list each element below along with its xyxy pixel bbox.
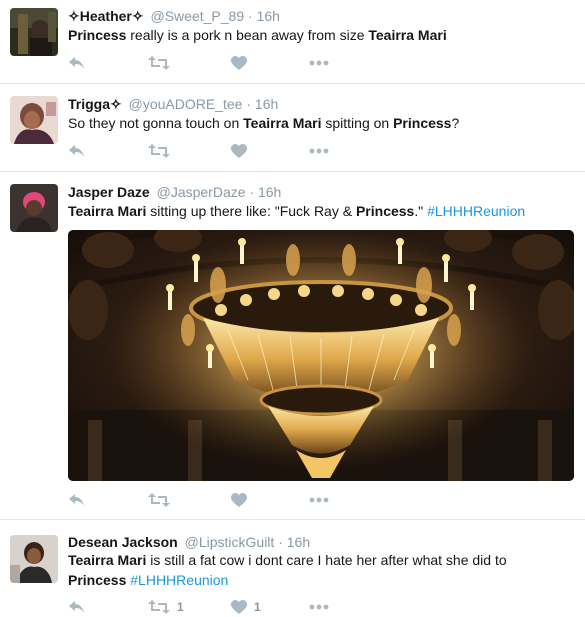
display-name[interactable]: Trigga <box>68 96 110 112</box>
more-icon <box>309 604 329 610</box>
tweet-header: Desean Jackson @LipstickGuilt · 16h <box>68 534 310 550</box>
heart-icon <box>231 55 247 70</box>
separator: · <box>248 8 253 24</box>
retweet-button[interactable] <box>148 141 170 161</box>
tweet-actions <box>68 141 368 161</box>
username[interactable]: @youADORE_tee <box>129 96 243 112</box>
tweet-header: ✧Heather✧ @Sweet_P_89 · 16h <box>68 8 280 24</box>
username[interactable]: @JasperDaze <box>157 184 246 200</box>
like-count: 1 <box>254 600 261 614</box>
tweet-2[interactable]: Trigga✧ @youADORE_tee · 16h So they not … <box>0 84 585 172</box>
tweet-actions: 1 1 <box>68 597 368 617</box>
avatar[interactable] <box>10 535 58 583</box>
like-button[interactable]: 1 <box>231 597 261 617</box>
separator: · <box>278 534 283 550</box>
highlight-term: Princess <box>355 203 415 219</box>
hashtag-link[interactable]: #LHHHReunion <box>130 572 228 588</box>
text-segment: sitting up there like: "Fuck Ray & <box>146 203 356 219</box>
reply-icon <box>69 494 84 506</box>
tweet-header: Trigga✧ @youADORE_tee · 16h <box>68 96 278 112</box>
reply-icon <box>69 601 84 613</box>
display-name[interactable]: Jasper Daze <box>68 184 150 200</box>
retweet-button[interactable]: 1 <box>148 597 184 617</box>
more-button[interactable] <box>309 141 329 161</box>
tweet-media-image[interactable] <box>68 230 574 481</box>
text-segment: is still a fat cow i dont care I hate he… <box>146 552 507 568</box>
timestamp[interactable]: 16h <box>258 184 281 200</box>
timestamp[interactable]: 16h <box>255 96 278 112</box>
text-segment: really is a pork n bean away from size <box>126 27 369 43</box>
tweet-text: Teairra Mari sitting up there like: "Fuc… <box>68 201 568 221</box>
text-segment: So they not gonna touch on <box>68 115 244 131</box>
heart-icon <box>231 143 247 158</box>
avatar[interactable] <box>10 96 58 144</box>
more-button[interactable] <box>309 53 329 73</box>
reply-icon <box>69 57 84 69</box>
timestamp[interactable]: 16h <box>287 534 310 550</box>
separator: · <box>249 184 255 200</box>
tweet-actions <box>68 53 368 73</box>
reply-button[interactable] <box>68 597 86 617</box>
highlight-term: Princess <box>393 115 452 131</box>
retweet-button[interactable] <box>148 490 170 510</box>
text-segment: spitting on <box>321 115 394 131</box>
retweet-icon <box>148 600 170 614</box>
timestamp[interactable]: 16h <box>257 8 280 24</box>
highlight-term: Teairra Mari <box>368 27 447 43</box>
separator: · <box>246 96 252 112</box>
tweet-actions <box>68 490 368 510</box>
tweet-header: Jasper Daze @JasperDaze · 16h <box>68 184 281 200</box>
avatar[interactable] <box>10 184 58 232</box>
highlight-term: Teairra Mari <box>68 203 147 219</box>
text-segment: ." <box>414 203 428 219</box>
reply-button[interactable] <box>68 490 86 510</box>
highlight-term: Teairra Mari <box>243 115 322 131</box>
tweet-text: So they not gonna touch on Teairra Mari … <box>68 113 568 133</box>
reply-button[interactable] <box>68 141 86 161</box>
heart-icon <box>231 599 247 614</box>
display-name[interactable]: Desean Jackson <box>68 534 178 550</box>
more-icon <box>309 60 329 66</box>
retweet-count: 1 <box>177 600 184 614</box>
retweet-icon <box>148 144 170 158</box>
like-button[interactable] <box>231 490 247 510</box>
heart-icon <box>231 492 247 507</box>
more-icon <box>309 148 329 154</box>
username[interactable]: @LipstickGuilt <box>185 534 275 550</box>
retweet-icon <box>148 56 170 70</box>
display-name[interactable]: Heather <box>80 8 132 24</box>
hashtag-link[interactable]: #LHHHReunion <box>427 203 525 219</box>
more-icon <box>309 497 329 503</box>
username[interactable]: @Sweet_P_89 <box>151 8 245 24</box>
sparkle-icon: ✧ <box>131 8 144 24</box>
avatar[interactable] <box>10 8 58 56</box>
tweet-4[interactable]: Desean Jackson @LipstickGuilt · 16h Teai… <box>0 520 585 617</box>
highlight-term: Princess <box>68 572 127 588</box>
tweet-text: Teairra Mari is still a fat cow i dont c… <box>68 550 568 590</box>
tweet-text: Princess really is a pork n bean away fr… <box>68 25 568 45</box>
tweet-1[interactable]: ✧Heather✧ @Sweet_P_89 · 16h Princess rea… <box>0 0 585 84</box>
text-segment: ? <box>451 115 460 131</box>
retweet-button[interactable] <box>148 53 170 73</box>
more-button[interactable] <box>309 490 329 510</box>
like-button[interactable] <box>231 141 247 161</box>
highlight-term: Princess <box>68 27 127 43</box>
reply-button[interactable] <box>68 53 86 73</box>
highlight-term: Teairra Mari <box>68 552 147 568</box>
sparkle-icon: ✧ <box>110 96 122 112</box>
reply-icon <box>69 145 84 157</box>
sparkle-icon: ✧ <box>68 8 80 24</box>
more-button[interactable] <box>309 597 329 617</box>
like-button[interactable] <box>231 53 247 73</box>
retweet-icon <box>148 493 170 507</box>
